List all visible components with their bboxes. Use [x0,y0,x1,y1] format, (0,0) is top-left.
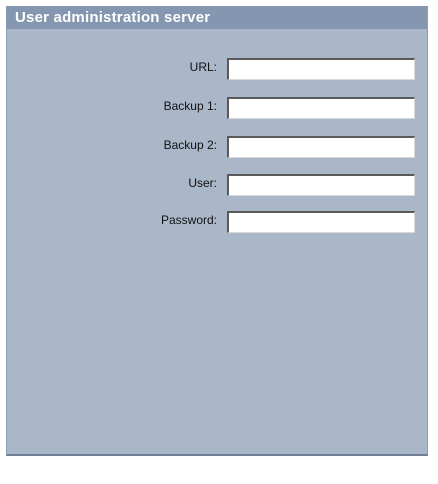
user-row: User: [7,172,427,196]
user-input[interactable] [227,174,415,196]
password-input[interactable] [227,211,415,233]
backup-1-label: Backup 1: [163,99,217,113]
backup-1-input[interactable] [227,97,415,119]
user-label: User: [188,176,217,190]
panel-title: User administration server [7,6,427,29]
backup-2-row: Backup 2: [7,134,427,158]
backup-1-row: Backup 1: [7,95,427,119]
password-label: Password: [160,213,217,227]
url-input[interactable] [227,58,415,80]
user-admin-server-panel: User administration server URL: Backup 1… [6,6,428,456]
backup-2-label: Backup 2: [163,138,217,152]
password-row: Password: [7,209,427,233]
url-row: URL: [7,56,427,80]
url-label: URL: [189,60,217,74]
backup-2-input[interactable] [227,136,415,158]
